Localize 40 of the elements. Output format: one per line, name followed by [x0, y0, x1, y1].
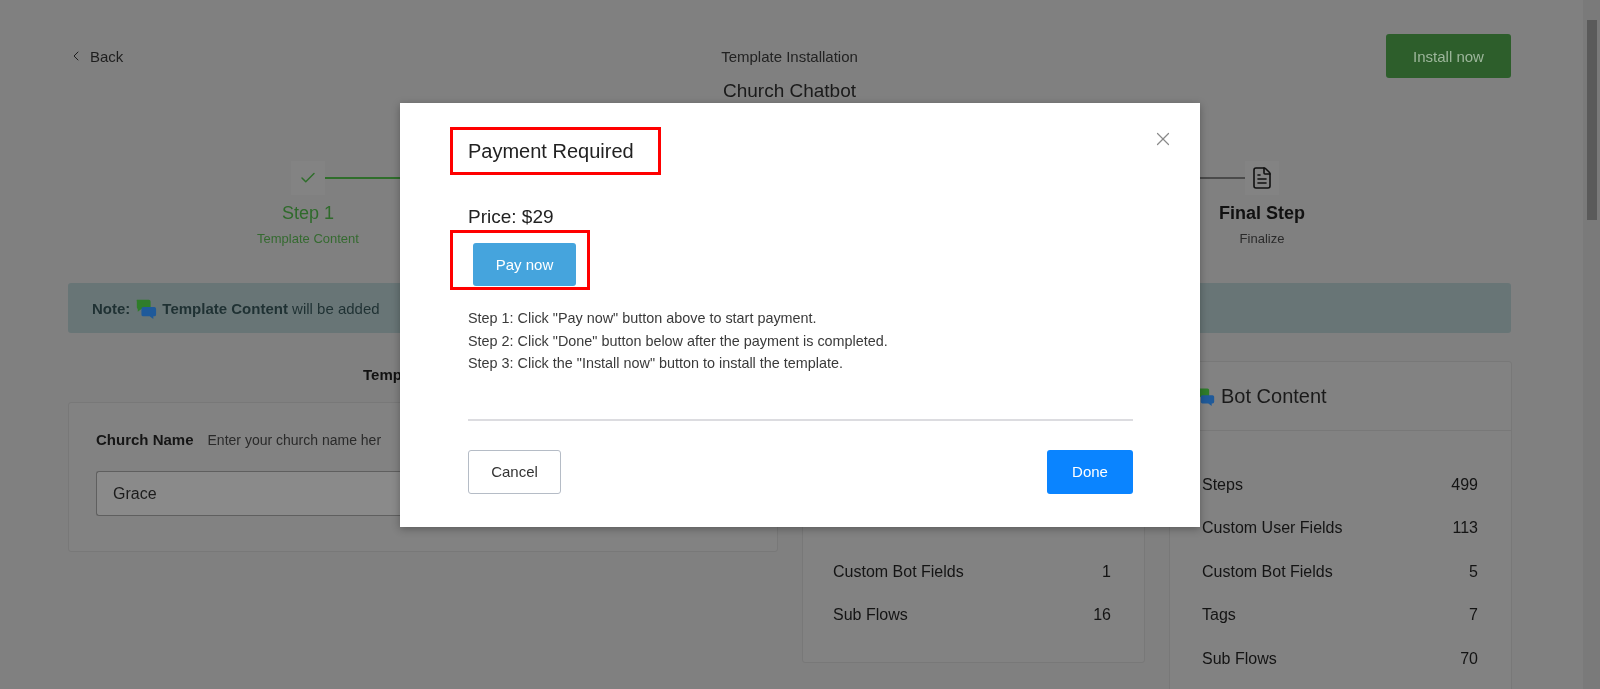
input-field[interactable]: Grace	[96, 471, 403, 516]
instruction-line: Step 3: Click the "Install now" button to install the template.	[468, 354, 844, 373]
step-caption: Finalize	[1239, 230, 1285, 248]
instruction-line: Step 2: Click "Done" button below after the payment is completed.	[468, 331, 889, 351]
row-count: 499	[1451, 475, 1478, 494]
field-label: Church Name	[96, 431, 194, 448]
scrollbar[interactable]	[1583, 0, 1600, 689]
dialog-title: Payment Required	[468, 139, 634, 163]
row-count: 1	[1102, 562, 1111, 581]
cancel-button[interactable]: Cancel	[468, 449, 561, 494]
page-title: Template Installation	[721, 47, 858, 65]
row-label: Steps	[1202, 475, 1243, 494]
row-count: 113	[1452, 519, 1478, 538]
done-button[interactable]: Done	[1047, 449, 1133, 494]
row-label: Custom Bot Fields	[833, 562, 964, 581]
card-title: Bot Content	[1221, 384, 1327, 408]
field-hint: Enter your church name her	[207, 432, 382, 448]
note-text: Template Content will be added	[162, 299, 380, 317]
instruction-line: Step 1: Click "Pay now" button above to start payment.	[468, 309, 818, 328]
price-text: Price: $29	[468, 205, 555, 229]
row-label: Sub Flows	[1202, 649, 1277, 668]
scrollbar-thumb[interactable]	[1586, 20, 1597, 220]
column-heading: Temp	[363, 365, 403, 385]
template-name: Church Chatbot	[722, 80, 857, 102]
chat-bubbles-icon	[135, 297, 158, 319]
note-label: Note:	[92, 299, 131, 317]
install-button[interactable]: Install now	[1386, 34, 1511, 78]
pay-now-button[interactable]: Pay now	[473, 243, 576, 286]
row-label: Sub Flows	[833, 606, 908, 625]
row-label: Custom Bot Fields	[1202, 562, 1333, 581]
row-label: Tags	[1202, 606, 1236, 625]
row-count: 16	[1093, 606, 1111, 625]
step-label: Final Step	[1219, 202, 1305, 225]
row-label: Custom User Fields	[1202, 519, 1343, 538]
row-count: 70	[1460, 649, 1478, 668]
row-count: 7	[1469, 606, 1478, 625]
back-link[interactable]: Back	[68, 47, 124, 65]
step-caption: Template Content	[257, 230, 359, 248]
step-label: Step 1	[281, 202, 334, 225]
row-count: 5	[1469, 562, 1478, 581]
